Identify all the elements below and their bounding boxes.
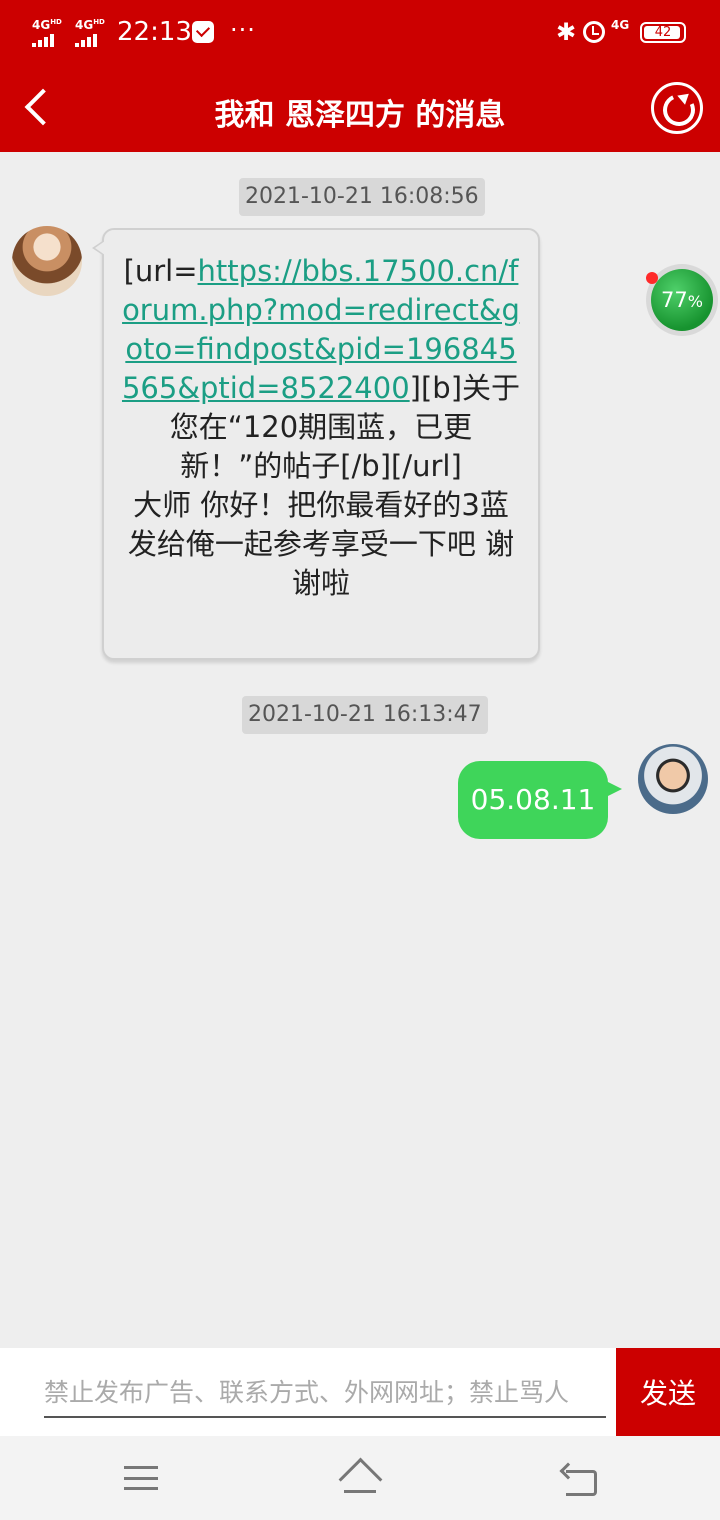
outgoing-message-bubble[interactable]: 05.08.11	[458, 761, 622, 839]
signal-label-sim1: 4G	[32, 18, 51, 32]
send-button[interactable]: 发送	[616, 1348, 720, 1436]
signal-sup-sim1: HD	[50, 18, 62, 26]
floating-memory-ball[interactable]: 77%	[646, 264, 718, 336]
signal-sup-sim2: HD	[93, 18, 105, 26]
outgoing-message-text: 05.08.11	[470, 783, 596, 816]
signal-icon-sim2: 4GHD	[75, 16, 105, 47]
signal-icon-sim1: 4GHD	[32, 16, 62, 47]
floating-ball-unit: %	[687, 292, 703, 311]
composer-bar: 发送	[0, 1348, 720, 1436]
alarm-icon	[583, 21, 605, 43]
message-input[interactable]	[44, 1368, 606, 1418]
status-bar: 4GHD 4GHD 22:13 ··· ✱ 4G 42	[0, 0, 720, 66]
title-bar: 我和 恩泽四方 的消息	[0, 66, 720, 152]
message-timestamp: 2021-10-21 16:08:56	[239, 178, 485, 216]
signal-label-sim2: 4G	[75, 18, 94, 32]
message-body: 大师 你好！把你最看好的3蓝发给俺一起参考享受一下吧 谢谢啦	[127, 488, 515, 600]
incoming-message-bubble[interactable]: [url=https://bbs.17500.cn/forum.php?mod=…	[92, 228, 540, 660]
battery-icon: 42	[640, 22, 686, 43]
user-avatar[interactable]	[638, 744, 708, 814]
more-notifications-icon: ···	[230, 16, 256, 44]
bluetooth-icon: ✱	[556, 18, 577, 46]
message-timestamp: 2021-10-21 16:13:47	[242, 696, 488, 734]
contact-avatar[interactable]	[12, 226, 82, 296]
menu-icon[interactable]	[124, 1466, 158, 1490]
back-nav-icon[interactable]	[560, 1462, 600, 1496]
network-type: 4G	[611, 18, 630, 32]
refresh-icon[interactable]	[651, 82, 703, 134]
home-icon[interactable]	[336, 1460, 384, 1496]
battery-level: 42	[654, 25, 672, 40]
status-clock: 22:13	[117, 17, 192, 47]
mail-icon	[192, 21, 214, 43]
message-text-prefix: [url=	[123, 254, 198, 288]
notification-dot	[646, 272, 658, 284]
system-nav-bar	[0, 1436, 720, 1520]
floating-ball-value: 77	[661, 288, 688, 312]
page-title: 我和 恩泽四方 的消息	[214, 98, 506, 133]
